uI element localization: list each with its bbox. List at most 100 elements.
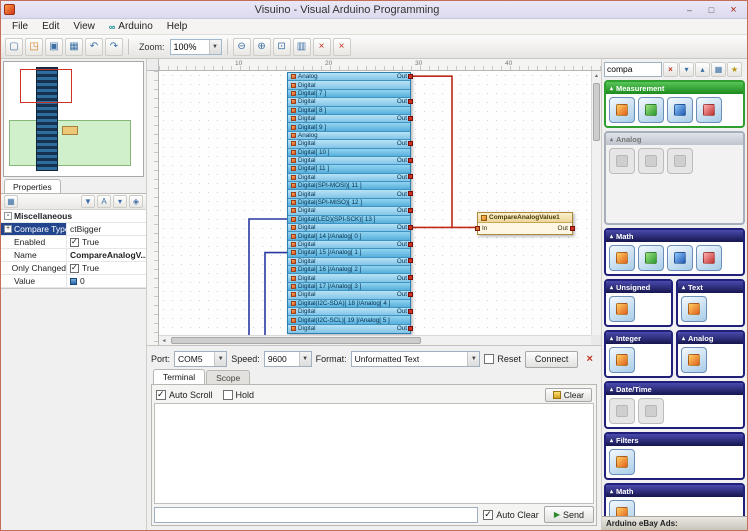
out-pin-connector[interactable] xyxy=(408,116,413,121)
pin-channel-header[interactable]: Digital[ 10 ] xyxy=(288,149,410,157)
compare-component-icon[interactable] xyxy=(681,296,707,322)
maximize-button[interactable]: □ xyxy=(701,3,722,17)
compare-component-icon[interactable] xyxy=(681,347,707,373)
reset-checkbox[interactable]: Reset xyxy=(484,354,521,364)
category-header[interactable]: ▴Math xyxy=(606,485,743,497)
title-bar[interactable]: Visuino - Visual Arduino Programming – □… xyxy=(1,1,747,19)
categorized-view-icon[interactable]: ▦ xyxy=(4,195,18,208)
open-project-icon[interactable]: ◳ xyxy=(25,38,43,56)
property-settings-icon[interactable]: ◈ xyxy=(129,195,143,208)
property-value[interactable]: True xyxy=(67,262,146,274)
pin-channel-header[interactable]: Digital[ 9 ] xyxy=(288,123,410,131)
vertical-scroll-thumb[interactable] xyxy=(593,83,600,141)
pin-row[interactable]: DigitalOut xyxy=(288,190,410,198)
compare-component-icon[interactable] xyxy=(609,97,635,123)
pin-channel-header[interactable]: Digital[ 14 ]/Analog[ 0 ] xyxy=(288,232,410,240)
out-pin-connector[interactable] xyxy=(408,275,413,280)
pin-channel-header[interactable]: Digital[ 15 ]/Analog[ 1 ] xyxy=(288,249,410,257)
property-row-only-changed[interactable]: Only ChangedTrue xyxy=(1,262,146,275)
out-pin-connector[interactable] xyxy=(408,191,413,196)
out-pin-connector[interactable] xyxy=(408,242,413,247)
close-sketch-icon[interactable]: × xyxy=(333,38,351,56)
pin-channel-header[interactable]: Digital(I2C-SCL)[ 19 ]/Analog[ 5 ] xyxy=(288,316,410,324)
zoom-out-icon[interactable]: ⊖ xyxy=(233,38,251,56)
category-header[interactable]: ▴Text xyxy=(678,281,743,293)
chevron-down-icon[interactable]: ▼ xyxy=(467,352,479,366)
overview-map[interactable] xyxy=(3,61,144,177)
clear-button[interactable]: Clear xyxy=(545,388,592,402)
compare-block-header[interactable]: CompareAnalogValue1 xyxy=(478,213,572,223)
pin-row[interactable]: DigitalOut xyxy=(288,308,410,316)
property-row-compare-type[interactable]: +Compare TypectBigger xyxy=(1,223,146,236)
compare-component-icon[interactable] xyxy=(609,500,635,516)
compare-component-icon[interactable] xyxy=(638,97,664,123)
pin-channel-header[interactable]: Digital(I2C-SDA)[ 18 ]/Analog[ 4 ] xyxy=(288,300,410,308)
pin-row[interactable]: DigitalOut xyxy=(288,157,410,165)
collapse-categories-icon[interactable]: ▴ xyxy=(695,62,710,77)
hold-checkbox-box[interactable] xyxy=(223,390,233,400)
format-select[interactable]: Unformatted Text ▼ xyxy=(351,351,481,367)
property-row-enabled[interactable]: EnabledTrue xyxy=(1,236,146,249)
out-pin-connector[interactable] xyxy=(408,141,413,146)
category-panel-unsigned[interactable]: ▴Unsigned xyxy=(604,279,673,327)
menu-item-view[interactable]: View xyxy=(66,20,102,33)
pin-channel-header[interactable]: Digital[ 8 ] xyxy=(288,107,410,115)
category-header[interactable]: ▴Measurement xyxy=(606,82,743,94)
red-wire[interactable] xyxy=(412,76,477,227)
pin-channel-header[interactable]: Digital(LED)(SPI-SCK)[ 13 ] xyxy=(288,216,410,224)
pin-channel-header[interactable]: Digital[ 7 ] xyxy=(288,90,410,98)
out-pin-connector[interactable] xyxy=(408,99,413,104)
category-panel-measurement[interactable]: ▴Measurement xyxy=(604,80,745,128)
filter-icon[interactable]: ▼ xyxy=(81,195,95,208)
compare-component-icon[interactable] xyxy=(638,245,664,271)
compare-component-icon[interactable] xyxy=(696,97,722,123)
menu-item-help[interactable]: Help xyxy=(160,20,195,33)
select-board-icon[interactable]: ▦ xyxy=(65,38,83,56)
canvas-vertical-scrollbar[interactable]: ▲ xyxy=(591,71,601,335)
clear-search-icon[interactable]: × xyxy=(663,62,678,77)
category-panel-math[interactable]: ▴Math xyxy=(604,483,745,516)
category-panel-math[interactable]: ▴Math xyxy=(604,228,745,276)
menu-item-file[interactable]: File xyxy=(5,20,35,33)
delete-icon[interactable]: × xyxy=(313,38,331,56)
pin-row[interactable]: DigitalOut xyxy=(288,140,410,148)
reset-checkbox-box[interactable] xyxy=(484,354,494,364)
in-pin-connector[interactable] xyxy=(475,226,480,231)
auto-clear-checkbox[interactable]: Auto Clear xyxy=(483,510,539,520)
category-header[interactable]: ▴Filters xyxy=(606,434,743,446)
minimize-button[interactable]: – xyxy=(679,3,700,17)
pin-row[interactable]: DigitalOut xyxy=(288,274,410,282)
print-icon[interactable]: ▥ xyxy=(293,38,311,56)
auto-scroll-checkbox[interactable]: Auto Scroll xyxy=(156,390,213,400)
property-row-name[interactable]: NameCompareAnalogV... xyxy=(1,249,146,262)
auto-clear-checkbox-box[interactable] xyxy=(483,510,493,520)
canvas-horizontal-scrollbar[interactable]: ◄ xyxy=(159,335,591,345)
compare-component-icon[interactable] xyxy=(667,245,693,271)
property-value[interactable]: 0 xyxy=(67,275,146,287)
pin-channel-header[interactable]: Digital(SPI-MISO)[ 12 ] xyxy=(288,199,410,207)
pin-row[interactable]: DigitalOut xyxy=(288,115,410,123)
category-header[interactable]: ▴Analog xyxy=(606,133,743,145)
send-input[interactable] xyxy=(154,507,478,523)
out-pin-connector[interactable] xyxy=(570,226,575,231)
compare-component-icon[interactable] xyxy=(696,245,722,271)
terminal-output[interactable] xyxy=(154,403,594,504)
close-button[interactable]: × xyxy=(723,3,744,17)
connect-button[interactable]: Connect xyxy=(525,351,579,368)
out-pin-connector[interactable] xyxy=(408,326,413,331)
component-search-input[interactable] xyxy=(604,62,662,77)
overview-viewport-rect[interactable] xyxy=(20,69,72,103)
pin-row[interactable]: DigitalOut xyxy=(288,325,410,333)
category-panel-date-time[interactable]: ▴Date/Time xyxy=(604,381,745,429)
pin-row[interactable]: Analog xyxy=(288,132,410,140)
send-button[interactable]: ▶ Send xyxy=(544,506,594,523)
compare-component-icon[interactable] xyxy=(609,296,635,322)
property-checkbox[interactable] xyxy=(70,264,79,273)
pin-row[interactable]: DigitalOut xyxy=(288,241,410,249)
redo-icon[interactable]: ↷ xyxy=(105,38,123,56)
compare-component-icon[interactable] xyxy=(667,97,693,123)
menu-item-edit[interactable]: Edit xyxy=(35,20,66,33)
out-pin-connector[interactable] xyxy=(408,309,413,314)
pin-row[interactable]: DigitalOut xyxy=(288,98,410,106)
blue-wire[interactable] xyxy=(265,253,287,335)
